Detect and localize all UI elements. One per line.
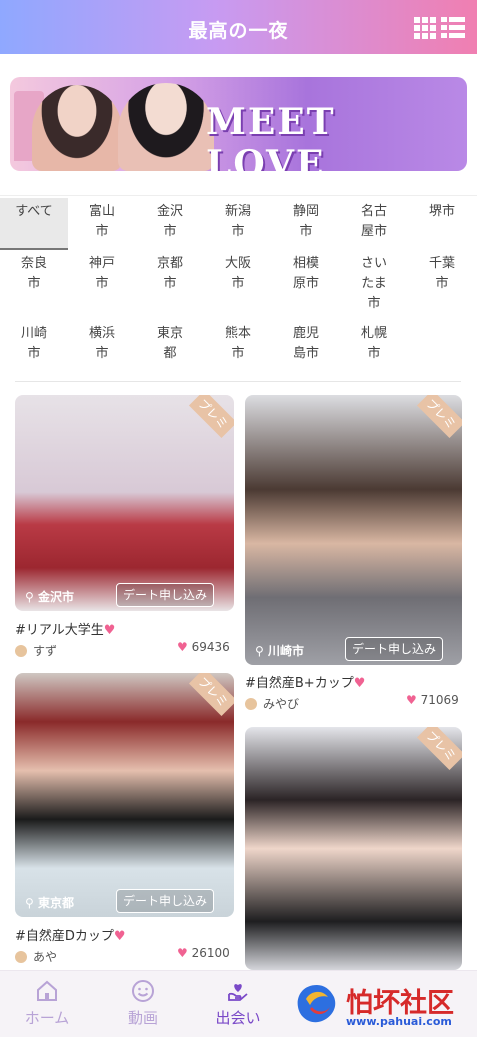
tab-home[interactable]: ホーム [12, 979, 82, 1028]
profile-user: すず [15, 642, 57, 659]
tab-video[interactable]: 動画 [108, 979, 178, 1028]
profile-photo [15, 673, 234, 917]
city-filter-item[interactable]: 富山市 [68, 202, 136, 242]
like-heart-icon: ♥ [177, 640, 188, 654]
profile-card[interactable]: プレミ ⚲ 金沢市 デート申し込み [15, 395, 234, 611]
banner-photo-left [32, 85, 122, 171]
city-filter-item[interactable]: 大阪市 [204, 254, 272, 294]
city-filter-item[interactable]: 熊本市 [204, 324, 272, 364]
profile-photo [15, 395, 234, 611]
promo-banner[interactable]: MEET LOVE [10, 77, 467, 171]
city-filter-item[interactable]: 新潟市 [204, 202, 272, 242]
like-heart-icon: ♥ [177, 946, 188, 960]
like-count[interactable]: ♥ 26100 [177, 946, 230, 960]
profile-user: みやび [245, 695, 299, 712]
date-request-button[interactable]: デート申し込み [345, 637, 444, 661]
profile-photo [245, 727, 462, 970]
city-filter-item[interactable]: 川崎市 [0, 324, 68, 364]
heart-hand-icon [228, 984, 248, 1001]
city-filter-item[interactable]: 相模原市 [272, 254, 340, 294]
smile-icon [132, 980, 154, 1002]
heart-icon: ♥ [113, 929, 126, 944]
date-request-button[interactable]: デート申し込み [116, 583, 215, 607]
profile-user: あや [15, 948, 57, 965]
city-filter-item[interactable]: 札幌市 [340, 324, 408, 364]
like-heart-icon: ♥ [406, 693, 417, 707]
heart-icon: ♥ [103, 623, 116, 638]
city-filter-item[interactable]: すべて [0, 198, 68, 250]
profile-card[interactable]: プレミ ⚲ 東京都 デート申し込み [15, 673, 234, 917]
location-label: ⚲ 東京都 [25, 896, 74, 910]
location-label: ⚲ 金沢市 [25, 590, 74, 604]
profile-tag: #自然産B+カップ♥ [245, 676, 366, 691]
page-title: 最高の一夜 [188, 20, 289, 42]
location-label: ⚲ 川崎市 [255, 644, 304, 658]
city-filter: すべて 富山市 金沢市 新潟市 静岡市 名古屋市 堺市 奈良市 神戸市 京都市 … [0, 195, 477, 361]
date-request-button[interactable]: デート申し込み [116, 889, 215, 913]
list-view-icon[interactable] [441, 17, 465, 39]
city-filter-item[interactable]: 堺市 [408, 202, 476, 222]
section-divider [15, 381, 461, 382]
city-filter-item[interactable]: さいたま市 [340, 254, 408, 314]
city-filter-item[interactable]: 神戸市 [68, 254, 136, 294]
city-filter-item[interactable]: 鹿児島市 [272, 324, 340, 364]
city-filter-item[interactable]: 名古屋市 [340, 202, 408, 242]
tab-meet[interactable]: 出会い [203, 979, 273, 1028]
user-avatar [15, 645, 27, 657]
home-icon [37, 980, 57, 1001]
profile-photo [245, 395, 462, 665]
banner-photo-right [118, 83, 214, 171]
city-filter-item[interactable]: 東京都 [136, 324, 204, 364]
banner-text: MEET LOVE [206, 101, 336, 171]
city-filter-item[interactable]: 奈良市 [0, 254, 68, 294]
like-count[interactable]: ♥ 71069 [406, 693, 459, 707]
city-filter-item[interactable]: 静岡市 [272, 202, 340, 242]
watermark: 怕坏社区 www.pahuai.com [290, 975, 472, 1031]
heart-icon: ♥ [353, 676, 366, 691]
profile-tag: #リアル大学生♥ [15, 623, 116, 638]
city-filter-item[interactable]: 千葉市 [408, 254, 476, 294]
watermark-logo-icon [297, 985, 336, 1023]
profile-tag: #自然産Dカップ♥ [15, 929, 126, 944]
grid-view-icon[interactable] [414, 17, 436, 39]
profile-card[interactable]: プレミ [245, 727, 462, 970]
app-header: 最高の一夜 [0, 0, 477, 54]
city-filter-item[interactable]: 京都市 [136, 254, 204, 294]
city-filter-item[interactable]: 金沢市 [136, 202, 204, 242]
city-filter-item[interactable]: 横浜市 [68, 324, 136, 364]
like-count[interactable]: ♥ 69436 [177, 640, 230, 654]
user-avatar [245, 698, 257, 710]
user-avatar [15, 951, 27, 963]
profile-card[interactable]: プレミ ⚲ 川崎市 デート申し込み [245, 395, 462, 665]
